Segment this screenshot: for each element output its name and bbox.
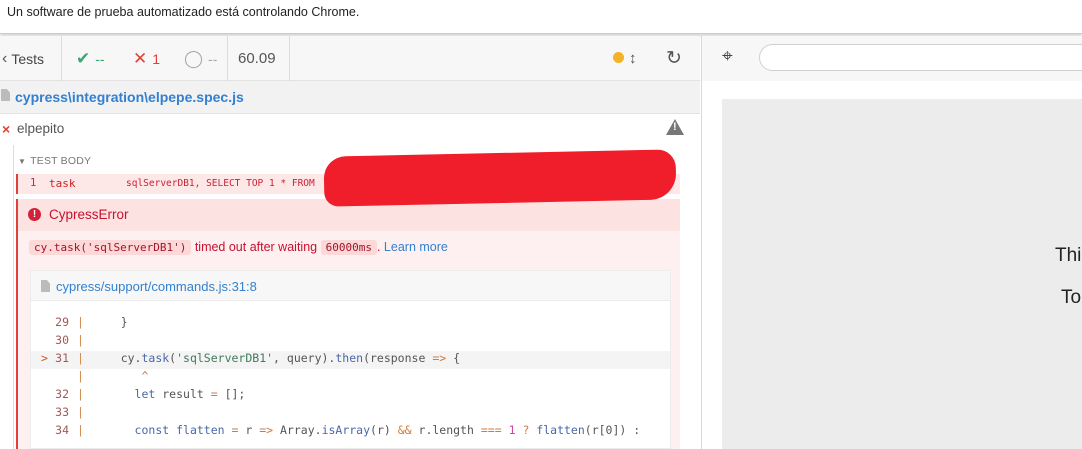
code-line: 32 | let result = []; xyxy=(31,387,670,405)
code-frame: cypress/support/commands.js:31:8 29 | } 30… xyxy=(30,270,671,449)
failed-x-icon: × xyxy=(2,121,11,137)
reporter-header: ‹ Tests ✔ -- ✕ 1 ◯ -- 60.09 ↕ ↻ xyxy=(0,36,700,81)
header-divider xyxy=(227,36,228,81)
command-message: sqlServerDB1, SELECT TOP 1 * FROM xyxy=(126,178,315,189)
error-message: cy.task('sqlServerDB1') timed out after … xyxy=(29,240,448,255)
exclamation-circle-icon: ! xyxy=(28,208,41,221)
code-line-pipe: | xyxy=(77,351,84,365)
error-code-call: cy.task('sqlServerDB1') xyxy=(29,240,192,255)
error-name: CypressError xyxy=(49,207,129,222)
code-line-source: cy.task('sqlServerDB1', query).then(resp… xyxy=(93,351,461,365)
suite-row[interactable]: × elpepito xyxy=(0,115,700,143)
aut-iframe[interactable]: Thi To xyxy=(722,99,1082,449)
pending-value: -- xyxy=(208,50,218,67)
timeout-value: 60000ms xyxy=(320,240,377,255)
header-divider xyxy=(289,36,290,81)
command-number: 1 xyxy=(30,177,37,189)
url-bar[interactable] xyxy=(759,44,1082,71)
failed-count[interactable]: ✕ 1 xyxy=(133,36,160,81)
passed-value: -- xyxy=(95,50,105,67)
runner-header: ⌖ xyxy=(701,36,1082,81)
aut-area: Thi To xyxy=(701,81,1082,449)
passed-count[interactable]: ✔ -- xyxy=(76,36,105,81)
x-icon: ✕ xyxy=(133,48,148,68)
suite-title: elpepito xyxy=(17,121,65,136)
test-rail xyxy=(13,145,14,449)
code-line: 30 | xyxy=(31,333,670,351)
tests-button[interactable]: ‹ Tests xyxy=(2,36,44,81)
code-frame-file-link[interactable]: cypress/support/commands.js:31:8 xyxy=(56,279,257,294)
crosshair-icon[interactable]: ⌖ xyxy=(722,46,733,68)
command-name: task xyxy=(49,177,76,190)
error-text-end: . xyxy=(376,240,381,254)
code-frame-file: cypress/support/commands.js:31:8 xyxy=(31,271,670,301)
aut-text-line-2: To xyxy=(1061,287,1082,308)
code-line: 34 | const flatten = r => Array.isArray(r… xyxy=(31,423,670,441)
file-icon xyxy=(1,89,10,101)
check-icon: ✔ xyxy=(76,48,91,68)
code-line-source: let result = []; xyxy=(134,387,246,401)
redo-icon: ↻ xyxy=(666,48,682,69)
error-panel: ! CypressError cy.task('sqlServerDB1') t… xyxy=(16,199,680,449)
file-icon xyxy=(41,280,50,292)
aut-text-line-1: Thi xyxy=(1055,245,1082,266)
redaction-scribble xyxy=(323,149,677,207)
code-line-pipe: | xyxy=(77,315,84,329)
error-text-mid: timed out after waiting xyxy=(194,240,318,254)
warning-icon[interactable] xyxy=(666,119,684,135)
failed-value: 1 xyxy=(152,50,161,67)
tests-label: Tests xyxy=(11,50,45,67)
code-line-source: ^ xyxy=(141,369,149,383)
infobar-text: Un software de prueba automatizado está … xyxy=(7,5,360,19)
code-line: 33 | xyxy=(31,405,670,423)
code-line: 29 | } xyxy=(31,315,670,333)
test-body-header[interactable]: ▼ TEST BODY xyxy=(18,155,91,167)
code-line-pipe: | xyxy=(77,423,84,437)
arrows-v-icon: ↕ xyxy=(629,50,637,67)
code-line: | ^ xyxy=(31,369,670,387)
code-line-number: 32 xyxy=(55,387,69,401)
code-line-number: 31 xyxy=(55,351,69,365)
autoscroll-toggle[interactable]: ↕ xyxy=(629,36,637,81)
spec-path-bar: cypress\integration\elpepe.spec.js xyxy=(0,81,700,114)
spec-path[interactable]: cypress\integration\elpepe.spec.js xyxy=(15,89,244,105)
code-line-pipe: | xyxy=(77,405,84,419)
code-line-source: const flatten = r => Array.isArray(r) &&… xyxy=(134,423,641,437)
automation-infobar: Un software de prueba automatizado está … xyxy=(0,0,1082,34)
running-indicator xyxy=(613,52,624,63)
chevron-left-icon: ‹ xyxy=(2,49,8,67)
code-line: >31 | cy.task('sqlServerDB1', query).then… xyxy=(31,351,670,369)
code-line-number: 29 xyxy=(55,315,69,329)
code-line-source: } xyxy=(93,315,128,329)
test-body-label: TEST BODY xyxy=(30,155,92,167)
code-line-pipe: | xyxy=(77,369,84,383)
code-line-number: 30 xyxy=(55,333,69,347)
rerun-button[interactable]: ↻ xyxy=(666,36,682,81)
header-divider xyxy=(61,36,62,81)
code-line-pipe: | xyxy=(77,387,84,401)
code-line-pipe: | xyxy=(77,333,84,347)
circle-notch-icon: ◯ xyxy=(184,48,204,68)
code-line-number: 34 xyxy=(55,423,69,437)
code-line-number: 33 xyxy=(55,405,69,419)
learn-more-link[interactable]: Learn more xyxy=(384,240,448,254)
caret-down-icon: ▼ xyxy=(18,157,27,166)
pending-count[interactable]: ◯ -- xyxy=(184,36,217,81)
duration: 60.09 xyxy=(238,50,276,67)
